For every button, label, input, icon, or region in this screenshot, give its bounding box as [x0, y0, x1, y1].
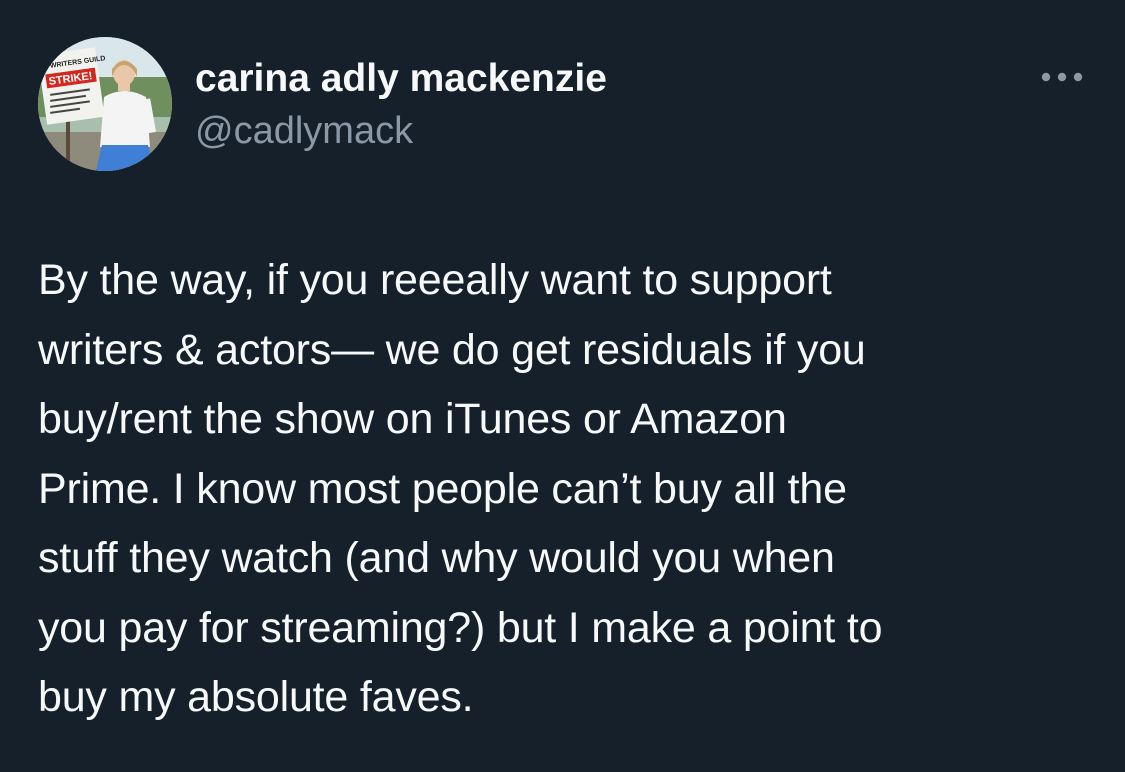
tweet-text: By the way, if you reeeally want to supp…: [38, 256, 883, 721]
avatar[interactable]: WRITERS GUILD STRIKE!: [38, 37, 172, 171]
author-handle[interactable]: @cadlymack: [195, 108, 413, 154]
more-horizontal-icon: [1041, 72, 1083, 82]
author-display-name[interactable]: carina adly mackenzie: [195, 55, 607, 103]
tweet-card: WRITERS GUILD STRIKE! carina adly macken…: [0, 0, 1125, 772]
avatar-image: WRITERS GUILD STRIKE!: [38, 37, 172, 171]
more-options-button[interactable]: [1034, 62, 1090, 92]
